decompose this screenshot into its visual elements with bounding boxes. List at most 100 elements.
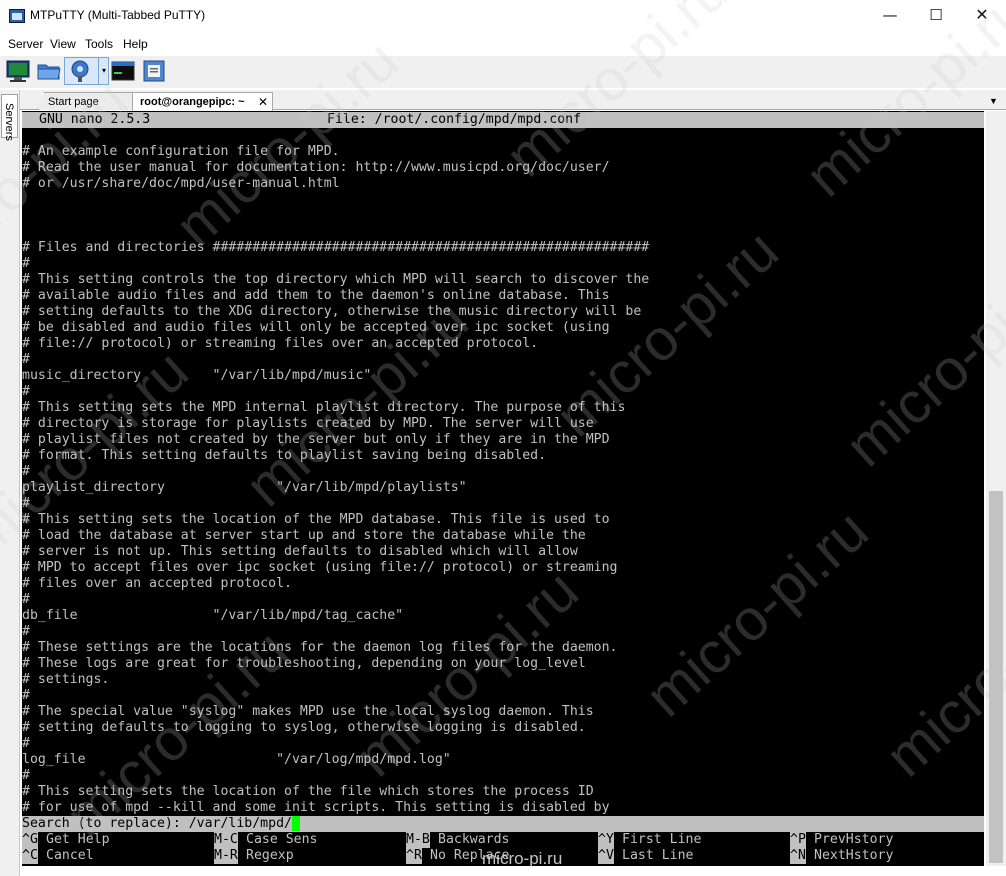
nano-file-path: File: /root/.config/mpd/mpd.conf xyxy=(327,112,582,127)
terminal-line: # xyxy=(22,464,30,479)
menu-tools[interactable]: Tools xyxy=(85,37,113,51)
tab-label: Start page xyxy=(48,96,99,108)
terminal-line: # These settings are the locations for t… xyxy=(22,640,618,655)
servers-panel: Servers xyxy=(0,90,20,876)
tab-list-dropdown-icon[interactable]: ▼ xyxy=(989,96,998,106)
terminal-line: # playlist files not created by the serv… xyxy=(22,432,610,447)
terminal-line: # xyxy=(22,496,30,511)
tab-close-icon[interactable]: ✕ xyxy=(258,95,268,109)
terminal-window[interactable]: GNU nano 2.5.3 File: /root/.config/mpd/m… xyxy=(22,111,984,866)
shortcut-key: ^V xyxy=(598,848,614,864)
terminal-line: # setting defaults to logging to syslog,… xyxy=(22,720,586,735)
terminal-line: # xyxy=(22,624,30,639)
console-icon[interactable] xyxy=(110,58,136,84)
terminal-line: db_file "/var/lib/mpd/tag_cache" xyxy=(22,608,404,623)
shortcut-label: Case Sens xyxy=(246,832,318,847)
shortcut-key: ^G xyxy=(22,832,38,848)
terminal-line: # An example configuration file for MPD. xyxy=(22,144,340,159)
terminal-line: # xyxy=(22,768,30,783)
shortcut-label: Get Help xyxy=(46,832,110,847)
terminal-line: # or /usr/share/doc/mpd/user-manual.html xyxy=(22,176,340,191)
nano-header: GNU nano 2.5.3 File: /root/.config/mpd/m… xyxy=(22,112,984,128)
terminal-line: playlist_directory "/var/lib/mpd/playlis… xyxy=(22,480,467,495)
servers-tab[interactable]: Servers xyxy=(1,94,18,141)
tab-bar: Start page root@orangepipc: ~ ✕ ▼ xyxy=(20,90,1006,111)
terminal-line: # available audio files and add them to … xyxy=(22,288,610,303)
terminal-line: # This setting controls the top director… xyxy=(22,272,650,287)
terminal-line: music_directory "/var/lib/mpd/music" xyxy=(22,368,372,383)
terminal-line: # xyxy=(22,688,30,703)
shortcut-label: Cancel xyxy=(46,848,94,863)
shortcut-key: M-R xyxy=(214,848,238,864)
terminal-line: # This setting sets the MPD internal pla… xyxy=(22,400,626,415)
menu-help[interactable]: Help xyxy=(123,37,148,51)
terminal-line: # Read the user manual for documentation… xyxy=(22,160,610,175)
tab-start-page[interactable]: Start page xyxy=(38,92,138,110)
window-title: MTPuTTY (Multi-Tabbed PuTTY) xyxy=(30,8,206,22)
terminal-line: # directory is storage for playlists cre… xyxy=(22,416,594,431)
shortcut-label: First Line xyxy=(622,832,702,847)
terminal-line: # setting defaults to the XDG directory,… xyxy=(22,304,642,319)
watermark-caption: micro-pi.ru xyxy=(482,849,563,868)
script-icon[interactable] xyxy=(141,58,167,84)
terminal-line: # for use of mpd --kill and some init sc… xyxy=(22,800,610,815)
search-prompt[interactable]: Search (to replace): /var/lib/mpd/ xyxy=(22,816,984,832)
shortcut-label: NextHstory xyxy=(814,848,894,863)
menu-bar: Server View Tools Help xyxy=(0,33,1006,55)
connect-wizard-icon[interactable] xyxy=(67,58,93,84)
shortcut-key: ^Y xyxy=(598,832,614,848)
terminal-line: # MPD to accept files over ipc socket (u… xyxy=(22,560,618,575)
terminal-line: # xyxy=(22,384,30,399)
search-prompt-text: Search (to replace): /var/lib/mpd/ xyxy=(22,816,292,831)
terminal-line: # These logs are great for troubleshooti… xyxy=(22,656,586,671)
terminal-line: # xyxy=(22,352,30,367)
terminal-line: # server is not up. This setting default… xyxy=(22,544,578,559)
title-bar: MTPuTTY (Multi-Tabbed PuTTY) — ☐ ✕ xyxy=(0,0,1006,32)
shortcut-label: Regexp xyxy=(246,848,294,863)
shortcut-key: ^N xyxy=(790,848,806,864)
close-button[interactable]: ✕ xyxy=(959,0,1005,31)
terminal-line: # This setting sets the location of the … xyxy=(22,512,610,527)
tab-label: root@orangepipc: ~ xyxy=(140,96,245,108)
menu-server[interactable]: Server xyxy=(8,37,43,51)
terminal-line: # load the database at server start up a… xyxy=(22,528,586,543)
terminal-line: # The special value "syslog" makes MPD u… xyxy=(22,704,594,719)
shortcut-key: ^C xyxy=(22,848,38,864)
terminal-line: # be disabled and audio files will only … xyxy=(22,320,610,335)
text-cursor xyxy=(291,816,300,831)
shortcut-key: M-C xyxy=(214,832,238,848)
shortcut-key: ^R xyxy=(406,848,422,864)
minimize-button[interactable]: — xyxy=(867,0,913,31)
menu-view[interactable]: View xyxy=(50,37,76,51)
terminal-line: # format. This setting defaults to playl… xyxy=(22,448,547,463)
shortcut-label: Backwards xyxy=(438,832,510,847)
connect-server-icon[interactable] xyxy=(5,58,31,84)
open-folder-icon[interactable] xyxy=(36,58,62,84)
terminal-line: # Files and directories ################… xyxy=(22,240,650,255)
toolbar: ▾ xyxy=(0,56,1006,88)
terminal-line: log_file "/var/log/mpd/mpd.log" xyxy=(22,752,451,767)
terminal-line: # xyxy=(22,592,30,607)
app-icon xyxy=(9,9,25,23)
shortcut-key: ^P xyxy=(790,832,806,848)
terminal-line: # xyxy=(22,256,30,271)
terminal-line: # files over an accepted protocol. xyxy=(22,576,292,591)
connect-wizard-group: ▾ xyxy=(64,57,109,85)
connect-dropdown-button[interactable]: ▾ xyxy=(98,58,109,84)
terminal-line: # file:// protocol) or streaming files o… xyxy=(22,336,539,351)
servers-label: Servers xyxy=(3,103,15,141)
shortcut-label: PrevHstory xyxy=(814,832,894,847)
nano-version: GNU nano 2.5.3 xyxy=(39,112,151,127)
scrollbar-thumb[interactable] xyxy=(989,491,1003,863)
shortcut-key: M-B xyxy=(406,832,430,848)
maximize-button[interactable]: ☐ xyxy=(913,0,959,31)
terminal-scrollbar[interactable] xyxy=(986,111,1006,866)
terminal-line: # This setting sets the location of the … xyxy=(22,784,594,799)
terminal-line: # xyxy=(22,736,30,751)
shortcut-label: Last Line xyxy=(622,848,694,863)
tab-session[interactable]: root@orangepipc: ~ ✕ xyxy=(132,92,273,111)
